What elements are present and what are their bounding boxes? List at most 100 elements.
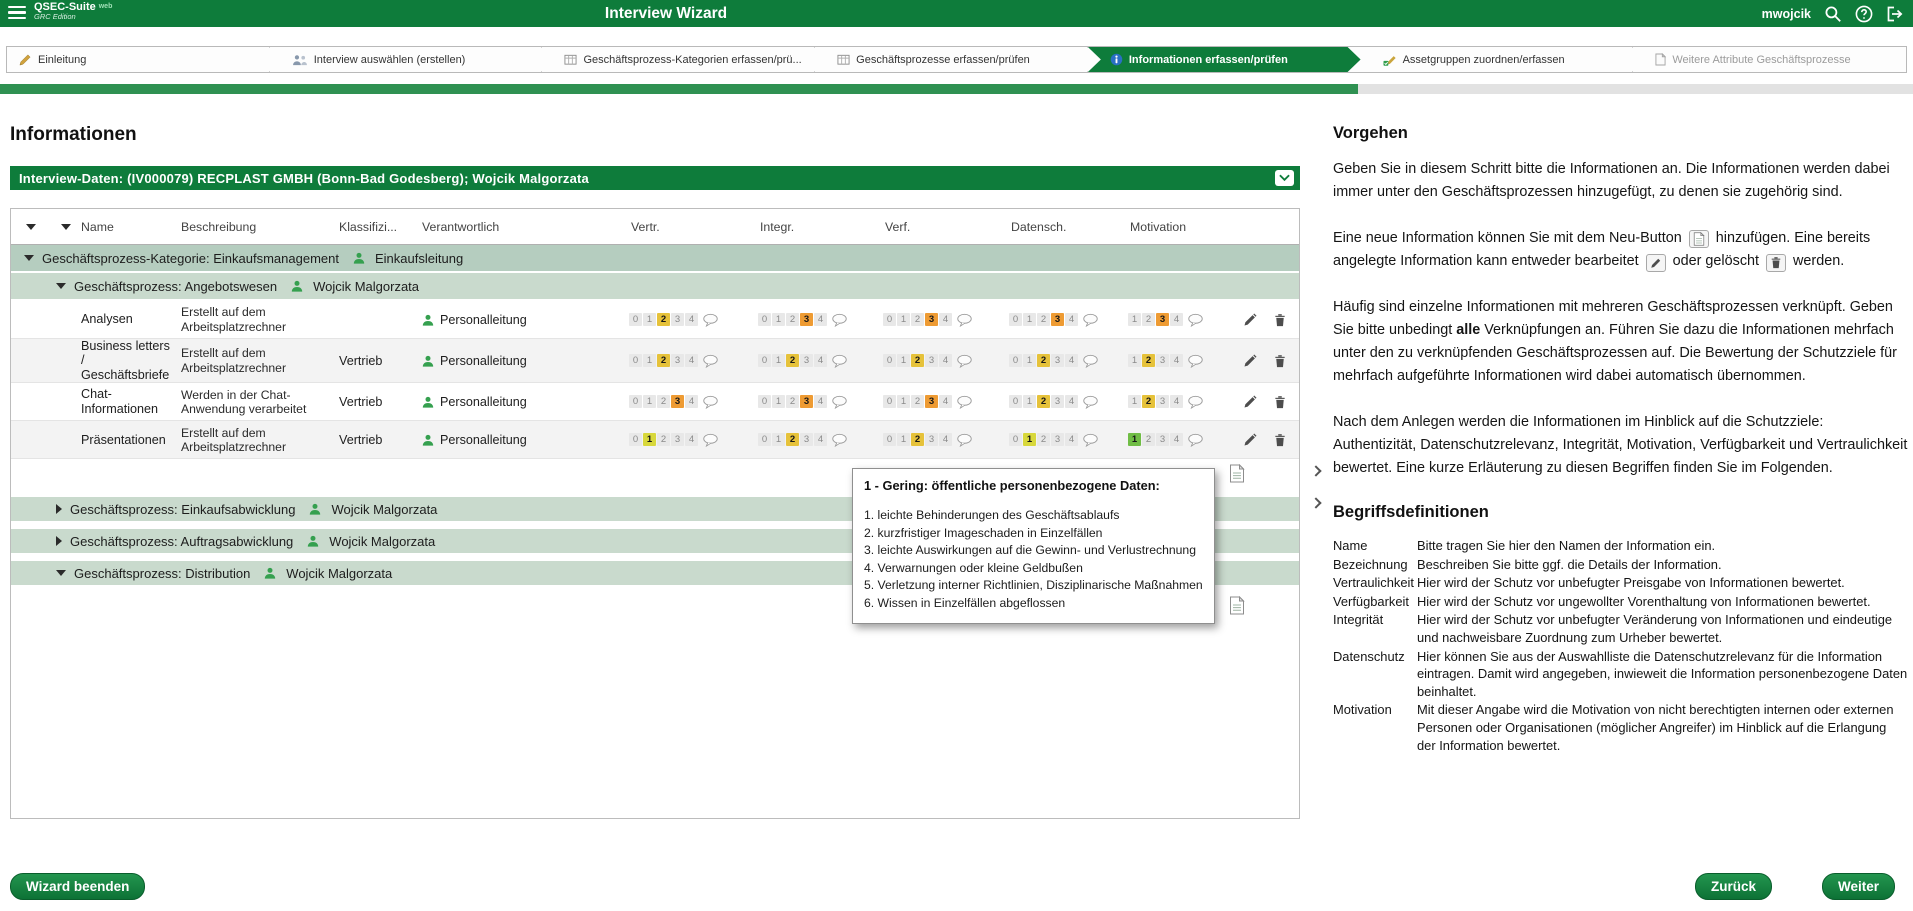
- rating-value-box[interactable]: 4: [939, 395, 952, 409]
- rating-value-box[interactable]: 0: [1009, 433, 1022, 447]
- edit-icon[interactable]: [1243, 313, 1257, 327]
- col-header-motivation[interactable]: Motivation: [1120, 220, 1228, 234]
- rating-value-box[interactable]: 0: [1009, 395, 1022, 409]
- rating-value-box[interactable]: 4: [1170, 354, 1183, 368]
- rating-value-box[interactable]: 4: [685, 313, 698, 326]
- comment-icon[interactable]: [831, 354, 848, 368]
- collapse-level-icon[interactable]: [61, 223, 71, 230]
- rating-value-box[interactable]: 0: [883, 354, 896, 368]
- rating-value-box[interactable]: 3: [671, 433, 684, 447]
- rating-value-box[interactable]: 3: [800, 313, 813, 326]
- rating-value-box[interactable]: 1: [897, 354, 910, 368]
- delete-icon[interactable]: [1273, 433, 1287, 447]
- step-gp-kategorien[interactable]: Geschäftsprozess-Kategorien erfassen/prü…: [542, 47, 815, 72]
- edit-icon[interactable]: [1243, 354, 1257, 368]
- step-assetgruppen[interactable]: Assetgruppen zuordnen/erfassen: [1361, 47, 1634, 72]
- rating-value-box[interactable]: 0: [629, 395, 642, 409]
- col-header-vertraulichkeit[interactable]: Vertr.: [621, 220, 750, 234]
- rating-verfuegbarkeit[interactable]: 01234: [875, 395, 1001, 409]
- comment-icon[interactable]: [956, 433, 973, 447]
- comment-icon[interactable]: [1187, 395, 1204, 409]
- step-geschaeftsprozesse[interactable]: Geschäftsprozesse erfassen/prüfen: [815, 47, 1088, 72]
- rating-value-box[interactable]: 2: [657, 433, 670, 447]
- rating-value-box[interactable]: 2: [657, 395, 670, 409]
- panel-splitter[interactable]: [1310, 465, 1322, 509]
- rating-value-box[interactable]: 0: [629, 433, 642, 447]
- rating-value-box[interactable]: 4: [685, 395, 698, 409]
- rating-datenschutz[interactable]: 01234: [1001, 354, 1120, 368]
- col-header-klassifizierung[interactable]: Klassifizi...: [339, 220, 422, 234]
- rating-value-box[interactable]: 4: [1170, 313, 1183, 326]
- collapse-all-icon[interactable]: [26, 223, 36, 230]
- process-row[interactable]: Geschäftsprozess: Angebotswesen Wojcik M…: [11, 273, 1299, 299]
- comment-icon[interactable]: [1082, 433, 1099, 447]
- comment-icon[interactable]: [702, 313, 719, 327]
- step-einleitung[interactable]: Einleitung: [7, 47, 270, 72]
- rating-value-box[interactable]: 1: [1128, 433, 1141, 447]
- rating-vertraulichkeit[interactable]: 01234: [621, 433, 750, 447]
- rating-value-box[interactable]: 1: [897, 433, 910, 447]
- comment-icon[interactable]: [831, 313, 848, 327]
- edit-icon[interactable]: [1243, 433, 1257, 447]
- rating-value-box[interactable]: 4: [1065, 395, 1078, 409]
- rating-value-box[interactable]: 3: [925, 395, 938, 409]
- rating-value-box[interactable]: 2: [911, 354, 924, 368]
- rating-value-box[interactable]: 4: [939, 433, 952, 447]
- rating-value-box[interactable]: 1: [1023, 354, 1036, 368]
- interview-bar-toggle[interactable]: [1275, 170, 1294, 186]
- rating-datenschutz[interactable]: 01234: [1001, 395, 1120, 409]
- comment-icon[interactable]: [956, 395, 973, 409]
- rating-value-box[interactable]: 0: [883, 313, 896, 326]
- col-header-verfuegbarkeit[interactable]: Verf.: [875, 220, 1001, 234]
- rating-value-box[interactable]: 4: [939, 354, 952, 368]
- wizard-finish-button[interactable]: Wizard beenden: [10, 873, 146, 900]
- expander-icon[interactable]: [56, 283, 66, 289]
- rating-value-box[interactable]: 3: [1156, 395, 1169, 409]
- rating-integritaet[interactable]: 01234: [750, 313, 875, 327]
- rating-value-box[interactable]: 2: [911, 395, 924, 409]
- rating-value-box[interactable]: 3: [1156, 313, 1169, 326]
- comment-icon[interactable]: [831, 395, 848, 409]
- rating-value-box[interactable]: 1: [643, 354, 656, 368]
- rating-value-box[interactable]: 1: [643, 395, 656, 409]
- col-header-verantwortlich[interactable]: Verantwortlich: [422, 220, 621, 234]
- rating-value-box[interactable]: 0: [758, 433, 771, 447]
- rating-value-box[interactable]: 2: [1037, 433, 1050, 447]
- rating-value-box[interactable]: 4: [814, 313, 827, 326]
- rating-value-box[interactable]: 2: [1142, 433, 1155, 447]
- new-information-icon[interactable]: [1229, 596, 1245, 615]
- chevron-right-icon[interactable]: [1310, 465, 1322, 477]
- rating-value-box[interactable]: 1: [1023, 395, 1036, 409]
- rating-value-box[interactable]: 2: [786, 354, 799, 368]
- rating-value-box[interactable]: 2: [1037, 313, 1050, 326]
- rating-value-box[interactable]: 4: [814, 395, 827, 409]
- comment-icon[interactable]: [1082, 395, 1099, 409]
- rating-value-box[interactable]: 3: [800, 395, 813, 409]
- chevron-right-icon[interactable]: [1310, 497, 1322, 509]
- rating-value-box[interactable]: 3: [1156, 354, 1169, 368]
- rating-value-box[interactable]: 3: [1051, 433, 1064, 447]
- rating-value-box[interactable]: 0: [1009, 313, 1022, 326]
- rating-value-box[interactable]: 3: [925, 313, 938, 326]
- rating-motivation[interactable]: 1234: [1120, 433, 1228, 447]
- rating-value-box[interactable]: 2: [911, 433, 924, 447]
- rating-verfuegbarkeit[interactable]: 01234: [875, 313, 1001, 327]
- rating-vertraulichkeit[interactable]: 01234: [621, 354, 750, 368]
- rating-datenschutz[interactable]: 01234: [1001, 433, 1120, 447]
- rating-value-box[interactable]: 4: [1170, 433, 1183, 447]
- rating-motivation[interactable]: 1234: [1120, 395, 1228, 409]
- rating-vertraulichkeit[interactable]: 01234: [621, 313, 750, 327]
- rating-value-box[interactable]: 4: [685, 433, 698, 447]
- col-header-datenschutz[interactable]: Datensch.: [1001, 220, 1120, 234]
- rating-value-box[interactable]: 1: [772, 313, 785, 326]
- rating-value-box[interactable]: 0: [629, 313, 642, 326]
- rating-value-box[interactable]: 3: [671, 313, 684, 326]
- col-header-integritaet[interactable]: Integr.: [750, 220, 875, 234]
- rating-value-box[interactable]: 1: [897, 395, 910, 409]
- rating-value-box[interactable]: 3: [1051, 313, 1064, 326]
- expander-icon[interactable]: [56, 504, 62, 515]
- new-information-icon[interactable]: [1229, 464, 1245, 483]
- rating-value-box[interactable]: 4: [1065, 433, 1078, 447]
- comment-icon[interactable]: [702, 354, 719, 368]
- rating-value-box[interactable]: 1: [772, 395, 785, 409]
